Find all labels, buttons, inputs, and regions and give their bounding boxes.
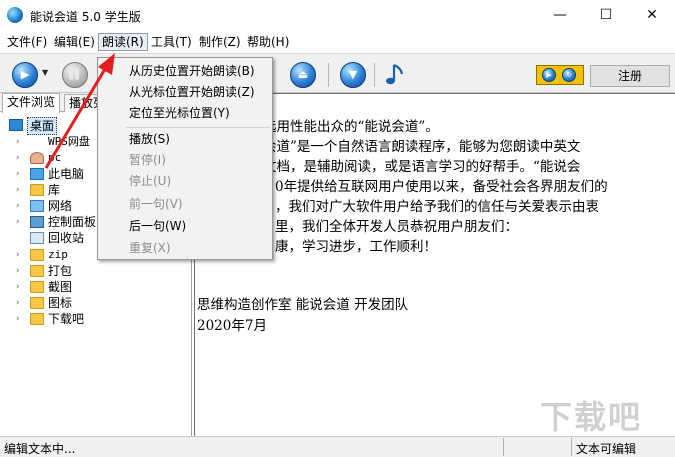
network-icon	[30, 200, 44, 212]
editor-line: 文档，是辅助阅读，或是语言学习的好帮手。“能说会	[263, 159, 581, 175]
music-note-icon[interactable]	[384, 62, 408, 88]
computer-icon	[30, 168, 44, 180]
editor-line: 康，学习进步，工作顺利！	[275, 239, 437, 255]
tab-file-browser[interactable]: 文件浏览	[2, 93, 61, 113]
recycle-bin-icon	[30, 232, 44, 244]
tree-label: zip	[48, 248, 68, 261]
editor-line: 选用性能出众的“能说会道”。	[263, 119, 439, 135]
menu-item-read-from-history[interactable]: 从历史位置开始朗读(B)	[98, 61, 272, 82]
tree-item-screenshots[interactable]: › 截图	[0, 279, 192, 295]
menu-separator	[126, 127, 270, 128]
menu-item-next-sentence[interactable]: 后一句(W)	[98, 216, 272, 237]
control-panel-icon	[30, 216, 44, 228]
register-button[interactable]: 注册	[590, 65, 670, 87]
expand-icon[interactable]: ›	[16, 295, 26, 311]
tree-label: 图标	[48, 296, 73, 310]
menu-help[interactable]: 帮助(H)	[244, 34, 292, 52]
pause-icon: ▌▌	[69, 69, 82, 80]
site-watermark: 下载吧	[540, 398, 643, 436]
status-editing: 编辑文本中...	[4, 442, 76, 456]
toolbar-separator	[374, 63, 375, 87]
play-dropdown-icon[interactable]: ▼	[42, 68, 48, 77]
down-icon: ▼	[348, 68, 358, 81]
expand-icon[interactable]: ›	[16, 150, 26, 166]
expand-icon[interactable]: ›	[16, 247, 26, 263]
tree-label: 桌面	[27, 117, 58, 135]
tree-item-pack[interactable]: › 打包	[0, 263, 192, 279]
expand-icon[interactable]: ›	[16, 134, 26, 150]
speed-loop-icon: ↻	[562, 68, 576, 82]
folder-icon	[30, 249, 44, 261]
expand-icon[interactable]: ›	[16, 311, 26, 327]
speed-control[interactable]: ▶ ↻	[536, 65, 584, 85]
play-button[interactable]: ▶	[12, 62, 38, 88]
editor-line: 0年提供给互联网用户使用以来，备受社会各界朋友们的	[275, 179, 608, 195]
status-bar: 编辑文本中... 文本可编辑	[0, 436, 675, 457]
menu-item-goto-cursor[interactable]: 定位至光标位置(Y)	[98, 103, 272, 124]
cloud-drive-icon	[30, 136, 44, 148]
menu-read[interactable]: 朗读(R)	[98, 33, 148, 51]
menu-file[interactable]: 文件(F)	[4, 34, 50, 52]
minimize-button[interactable]: —	[537, 0, 583, 31]
menu-tools[interactable]: 工具(T)	[148, 34, 195, 52]
tree-label: 此电脑	[48, 167, 85, 181]
expand-icon[interactable]: ›	[16, 166, 26, 182]
menu-make[interactable]: 制作(Z)	[196, 34, 244, 52]
speed-play-icon: ▶	[542, 68, 556, 82]
menu-bar: 文件(F) 编辑(E) 朗读(R) 工具(T) 制作(Z) 帮助(H)	[0, 31, 675, 53]
title-bar: 能说会道 5.0 学生版 — ☐ ✕	[0, 0, 675, 31]
editor-line: 2020年7月	[197, 318, 267, 334]
tree-label: pc	[48, 151, 62, 164]
tree-label: 下载吧	[48, 312, 85, 326]
menu-item-pause[interactable]: 暂停(I)	[98, 150, 272, 171]
status-editable: 文本可编辑	[576, 442, 637, 456]
down-button[interactable]: ▼	[340, 62, 366, 88]
tree-label: 打包	[48, 264, 73, 278]
expand-icon[interactable]: ›	[16, 198, 26, 214]
menu-edit[interactable]: 编辑(E)	[51, 34, 98, 52]
editor-line: ，我们对广大软件用户给予我们的信任与关爱表示由衷	[275, 199, 599, 215]
app-logo-icon	[7, 7, 23, 23]
editor-line: 思维构造创作室 能说会道 开发团队	[197, 297, 409, 313]
menu-item-play[interactable]: 播放(S)	[98, 129, 272, 150]
pause-button[interactable]: ▌▌	[62, 62, 88, 88]
tree-label: 控制面板	[48, 215, 97, 229]
expand-icon[interactable]: ›	[16, 182, 26, 198]
menu-item-repeat[interactable]: 重复(X)	[98, 238, 272, 259]
folder-icon	[30, 297, 44, 309]
folder-icon	[30, 265, 44, 277]
expand-icon[interactable]: ›	[16, 263, 26, 279]
editor-line: 会道”是一个自然语言朗读程序，能够为您朗读中英文	[263, 139, 581, 155]
tree-item-downloads[interactable]: › 下载吧	[0, 311, 192, 327]
expand-icon[interactable]: ›	[16, 214, 26, 230]
editor-line: 里，我们全体开发人员恭祝用户朋友们：	[275, 219, 518, 235]
expand-icon[interactable]: ›	[16, 279, 26, 295]
up-icon: ⏏	[297, 68, 309, 81]
tree-label: 网络	[48, 199, 73, 213]
up-button[interactable]: ⏏	[290, 62, 316, 88]
close-button[interactable]: ✕	[629, 0, 675, 31]
play-icon: ▶	[20, 68, 30, 81]
tree-label: 库	[48, 183, 61, 197]
tree-item-icons[interactable]: › 图标	[0, 295, 192, 311]
menu-item-previous-sentence[interactable]: 前一句(V)	[98, 194, 272, 215]
folder-icon	[30, 281, 44, 293]
tree-label: 回收站	[48, 231, 85, 245]
tree-label: 截图	[48, 280, 73, 294]
tree-label: WPS网盘	[48, 135, 90, 148]
menu-item-stop[interactable]: 停止(U)	[98, 171, 272, 192]
window-title: 能说会道 5.0 学生版	[30, 10, 141, 24]
read-menu-dropdown: 从历史位置开始朗读(B) 从光标位置开始朗读(Z) 定位至光标位置(Y) 播放(…	[97, 57, 273, 260]
library-icon	[30, 184, 44, 196]
status-divider	[503, 438, 504, 456]
maximize-button[interactable]: ☐	[583, 0, 629, 31]
toolbar-separator	[328, 63, 329, 87]
status-divider	[571, 438, 572, 456]
menu-item-read-from-cursor[interactable]: 从光标位置开始朗读(Z)	[98, 82, 272, 103]
desktop-icon	[9, 119, 23, 131]
folder-icon	[30, 313, 44, 325]
user-icon	[30, 152, 44, 164]
